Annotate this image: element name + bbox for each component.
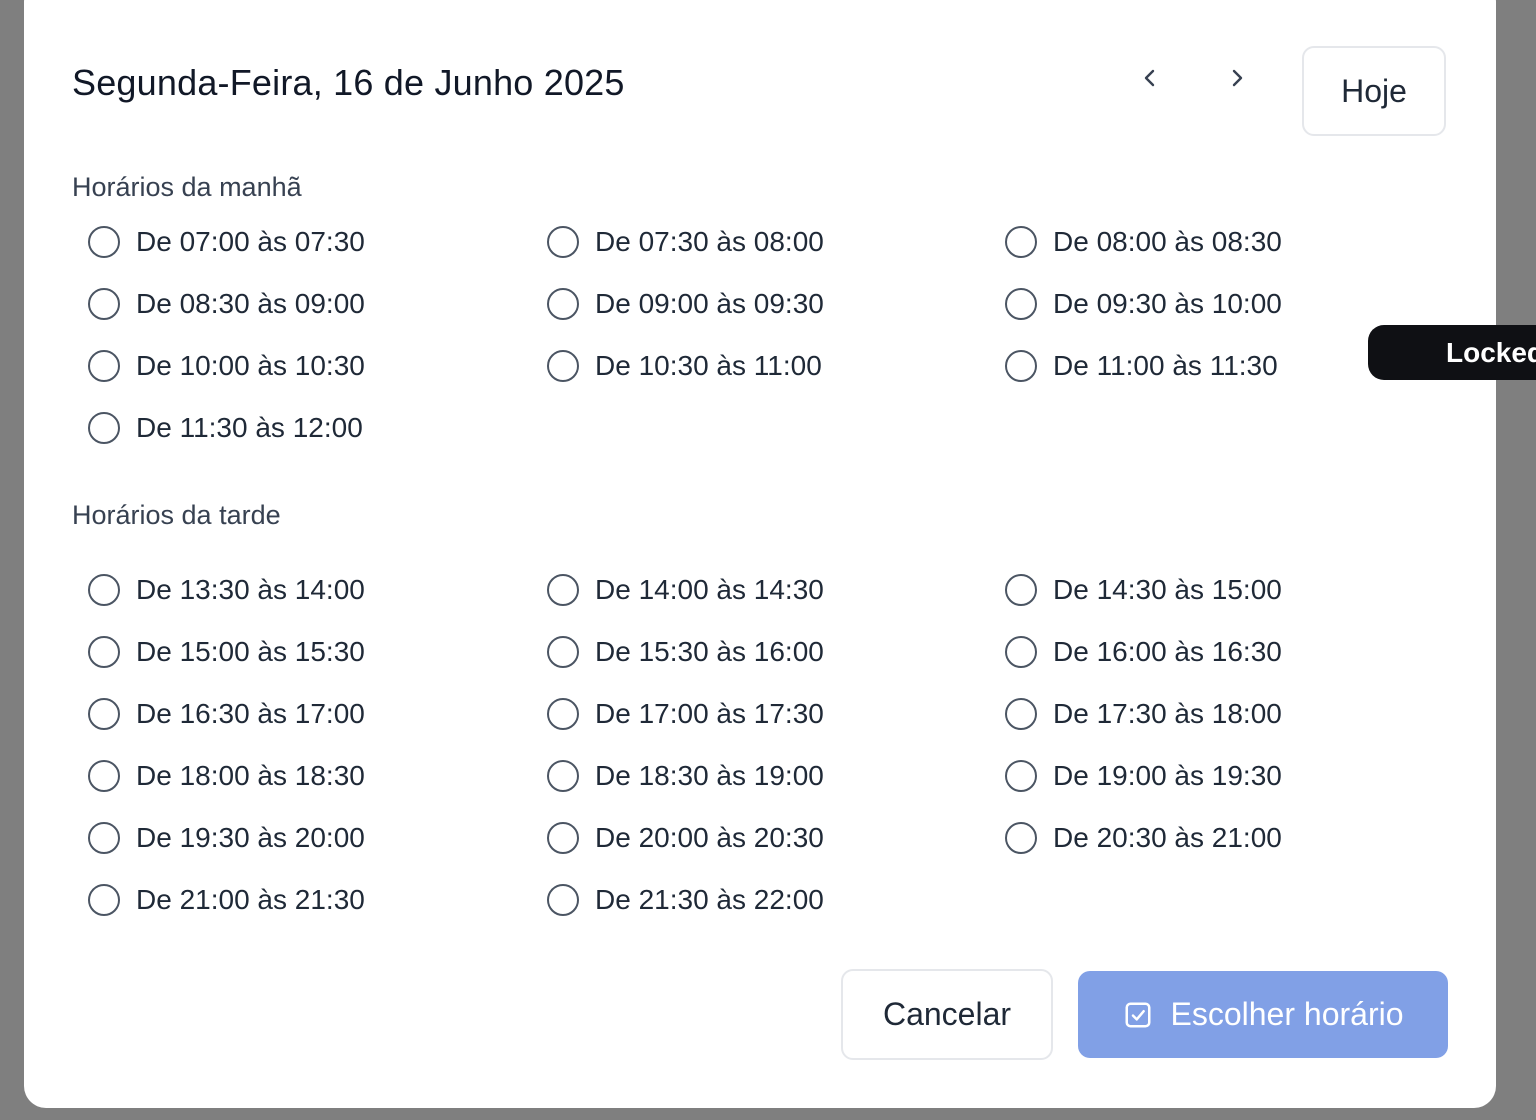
radio-button[interactable]	[547, 698, 579, 730]
today-button[interactable]: Hoje	[1302, 46, 1446, 136]
check-square-icon	[1123, 1000, 1153, 1030]
radio-button[interactable]	[88, 760, 120, 792]
modal-header: Segunda-Feira, 16 de Junho 2025 Hoje	[72, 46, 1448, 136]
radio-button[interactable]	[1005, 760, 1037, 792]
radio-button[interactable]	[1005, 288, 1037, 320]
time-slot-label: De 17:00 às 17:30	[595, 698, 824, 729]
time-slot-option[interactable]: De 14:00 às 14:30	[547, 559, 1005, 621]
radio-button[interactable]	[547, 822, 579, 854]
radio-button[interactable]	[88, 288, 120, 320]
morning-slot-grid: De 07:00 às 07:30 De 07:30 às 08:00 De 08:…	[88, 211, 1468, 459]
radio-button[interactable]	[88, 350, 120, 382]
radio-button[interactable]	[547, 884, 579, 916]
time-slot-label: De 20:00 às 20:30	[595, 822, 824, 853]
time-slot-label: De 09:30 às 10:00	[1053, 288, 1282, 319]
radio-button[interactable]	[88, 884, 120, 916]
time-slot-option[interactable]: De 19:30 às 20:00	[88, 807, 547, 869]
time-slot-label: De 11:30 às 12:00	[136, 412, 363, 443]
radio-button[interactable]	[1005, 636, 1037, 668]
radio-button[interactable]	[88, 574, 120, 606]
time-slot-label: De 13:30 às 14:00	[136, 574, 365, 605]
radio-button[interactable]	[547, 574, 579, 606]
time-slot-label: De 17:30 às 18:00	[1053, 698, 1282, 729]
radio-button[interactable]	[1005, 350, 1037, 382]
time-slot-option[interactable]: De 19:00 às 19:30	[1005, 745, 1464, 807]
time-slot-label: De 07:00 às 07:30	[136, 226, 365, 257]
time-slot-label: De 18:30 às 19:00	[595, 760, 824, 791]
time-slot-option[interactable]: De 09:00 às 09:30	[547, 273, 1005, 335]
time-slot-label: De 07:30 às 08:00	[595, 226, 824, 257]
radio-button[interactable]	[88, 822, 120, 854]
time-slot-option[interactable]: De 08:00 às 08:30	[1005, 211, 1464, 273]
time-slot-label: De 08:00 às 08:30	[1053, 226, 1282, 257]
chevron-right-icon	[1232, 69, 1243, 87]
radio-button[interactable]	[1005, 822, 1037, 854]
time-slot-option[interactable]: De 07:00 às 07:30	[88, 211, 547, 273]
time-slot-option[interactable]: De 21:00 às 21:30	[88, 869, 547, 931]
radio-button[interactable]	[547, 636, 579, 668]
choose-time-button[interactable]: Escolher horário	[1078, 971, 1448, 1058]
time-slot-label: De 14:30 às 15:00	[1053, 574, 1282, 605]
cancel-button[interactable]: Cancelar	[841, 969, 1053, 1060]
time-slot-option[interactable]: De 17:00 às 17:30	[547, 683, 1005, 745]
radio-button[interactable]	[547, 288, 579, 320]
time-slot-option[interactable]: De 08:30 às 09:00	[88, 273, 547, 335]
time-slot-option[interactable]: De 14:30 às 15:00	[1005, 559, 1464, 621]
time-slot-option[interactable]: De 16:00 às 16:30	[1005, 621, 1464, 683]
time-slot-label: De 19:00 às 19:30	[1053, 760, 1282, 791]
time-slot-modal: Segunda-Feira, 16 de Junho 2025 Hoje Hor…	[24, 0, 1496, 1108]
time-slot-label: De 21:00 às 21:30	[136, 884, 365, 915]
time-slot-option[interactable]: De 20:00 às 20:30	[547, 807, 1005, 869]
time-slot-label: De 19:30 às 20:00	[136, 822, 365, 853]
time-slot-option[interactable]: De 17:30 às 18:00	[1005, 683, 1464, 745]
radio-button[interactable]	[88, 412, 120, 444]
locked-label: Locked	[1446, 336, 1536, 368]
time-slot-label: De 16:30 às 17:00	[136, 698, 365, 729]
radio-button[interactable]	[88, 226, 120, 258]
radio-button[interactable]	[1005, 698, 1037, 730]
chevron-left-icon	[1144, 69, 1155, 87]
radio-button[interactable]	[547, 760, 579, 792]
time-slot-label: De 09:00 às 09:30	[595, 288, 824, 319]
previous-day-button[interactable]	[1122, 50, 1178, 106]
time-slot-label: De 18:00 às 18:30	[136, 760, 365, 791]
time-slot-option[interactable]: De 21:30 às 22:00	[547, 869, 1005, 931]
time-slot-option[interactable]: De 10:00 às 10:30	[88, 335, 547, 397]
time-slot-option[interactable]: De 18:00 às 18:30	[88, 745, 547, 807]
time-slot-option[interactable]: De 10:30 às 11:00	[547, 335, 1005, 397]
time-slot-option[interactable]: De 15:30 às 16:00	[547, 621, 1005, 683]
time-slot-option[interactable]: De 16:30 às 17:00	[88, 683, 547, 745]
time-slot-label: De 15:30 às 16:00	[595, 636, 824, 667]
time-slot-option[interactable]: De 07:30 às 08:00	[547, 211, 1005, 273]
time-slot-label: De 16:00 às 16:30	[1053, 636, 1282, 667]
time-slot-label: De 21:30 às 22:00	[595, 884, 824, 915]
radio-button[interactable]	[88, 636, 120, 668]
choose-time-label: Escolher horário	[1170, 996, 1404, 1032]
time-slot-label: De 14:00 às 14:30	[595, 574, 824, 605]
time-slot-option[interactable]: De 20:30 às 21:00	[1005, 807, 1464, 869]
radio-button[interactable]	[547, 350, 579, 382]
time-slot-label: De 10:00 às 10:30	[136, 350, 365, 381]
time-slot-label: De 10:30 às 11:00	[595, 350, 822, 381]
time-slot-option[interactable]: De 18:30 às 19:00	[547, 745, 1005, 807]
next-day-button[interactable]	[1209, 50, 1265, 106]
afternoon-section-label: Horários da tarde	[72, 500, 281, 530]
time-slot-label: De 11:00 às 11:30	[1053, 350, 1278, 381]
time-slot-option[interactable]: De 11:30 às 12:00	[88, 397, 547, 459]
radio-button[interactable]	[1005, 226, 1037, 258]
radio-button[interactable]	[88, 698, 120, 730]
locked-tab[interactable]: Locked	[1368, 325, 1536, 380]
time-slot-label: De 20:30 às 21:00	[1053, 822, 1282, 853]
time-slot-option[interactable]: De 15:00 às 15:30	[88, 621, 547, 683]
radio-button[interactable]	[1005, 574, 1037, 606]
time-slot-label: De 15:00 às 15:30	[136, 636, 365, 667]
time-slot-label: De 08:30 às 09:00	[136, 288, 365, 319]
time-slot-option[interactable]: De 13:30 às 14:00	[88, 559, 547, 621]
radio-button[interactable]	[547, 226, 579, 258]
morning-section-label: Horários da manhã	[72, 172, 302, 202]
afternoon-slot-grid: De 13:30 às 14:00 De 14:00 às 14:30 De 14:…	[88, 559, 1468, 931]
date-title: Segunda-Feira, 16 de Junho 2025	[72, 62, 625, 103]
